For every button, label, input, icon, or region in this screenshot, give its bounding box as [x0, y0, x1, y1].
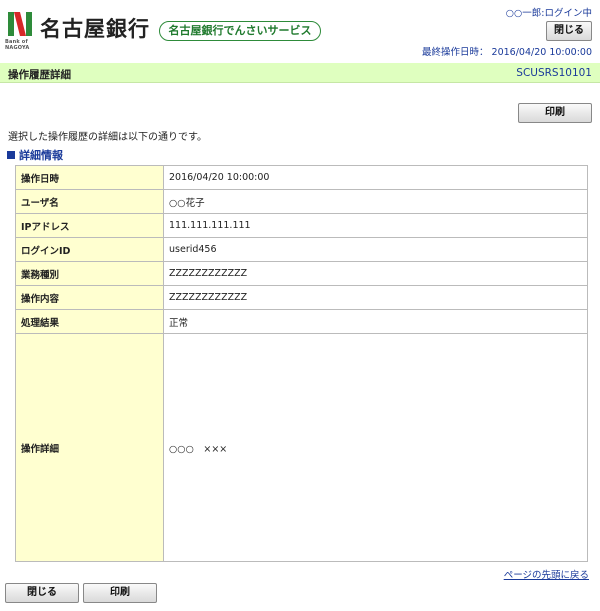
table-row: IPアドレス 111.111.111.111 [15, 213, 588, 238]
table-row: ログインID userid456 [15, 237, 588, 262]
page-description: 選択した操作履歴の詳細は以下の通りです。 [8, 132, 207, 143]
row-label: 業務種別 [15, 261, 164, 286]
row-value: ○○○ ××× [163, 333, 588, 562]
row-label: 操作日時 [15, 165, 164, 190]
service-name-badge: 名古屋銀行でんさいサービス [159, 21, 321, 41]
back-to-top-link[interactable]: ページの先頭に戻る [504, 567, 589, 581]
table-row: 業務種別 ZZZZZZZZZZZZ [15, 261, 588, 286]
row-label: 処理結果 [15, 309, 164, 334]
row-value: 111.111.111.111 [163, 213, 588, 238]
row-value: ZZZZZZZZZZZZ [163, 261, 588, 286]
row-value: ○○花子 [163, 189, 588, 214]
table-row: 操作日時 2016/04/20 10:00:00 [15, 165, 588, 190]
last-op-value: 2016/04/20 10:00:00 [491, 47, 592, 58]
last-operation-datetime: 最終操作日時： 2016/04/20 10:00:00 [419, 44, 592, 58]
detail-table: 操作日時 2016/04/20 10:00:00 ユーザ名 ○○花子 IPアドレ… [15, 165, 588, 562]
row-label: IPアドレス [15, 213, 164, 238]
close-button-top[interactable]: 閉じる [546, 21, 592, 41]
table-row: 処理結果 正常 [15, 309, 588, 334]
row-value: ZZZZZZZZZZZZ [163, 285, 588, 310]
page-header: Bank of NAGOYA 名古屋銀行 名古屋銀行でんさいサービス ○○一郎:… [0, 0, 600, 60]
row-label: 操作内容 [15, 285, 164, 310]
login-status: ○○一郎:ログイン中 [505, 8, 592, 19]
section-heading: 詳細情報 [7, 147, 63, 163]
page-title-bar: 操作履歴詳細 SCUSRS10101 [0, 63, 600, 83]
row-value: userid456 [163, 237, 588, 262]
row-value: 正常 [163, 309, 588, 334]
print-button-bottom[interactable]: 印刷 [83, 583, 157, 603]
table-row: ユーザ名 ○○花子 [15, 189, 588, 214]
screen-id: SCUSRS10101 [516, 67, 592, 79]
square-bullet-icon [7, 151, 15, 159]
logo-subtext: Bank of NAGOYA [5, 39, 30, 51]
last-op-label: 最終操作日時： [422, 47, 489, 58]
bank-logo-icon [8, 12, 32, 36]
row-label: ユーザ名 [15, 189, 164, 214]
bank-name: 名古屋銀行 [40, 17, 150, 41]
table-row: 操作詳細 ○○○ ××× [15, 333, 588, 562]
print-button-top[interactable]: 印刷 [518, 103, 592, 123]
section-heading-text: 詳細情報 [19, 149, 63, 162]
page-title: 操作履歴詳細 [8, 69, 71, 81]
table-row: 操作内容 ZZZZZZZZZZZZ [15, 285, 588, 310]
row-label: 操作詳細 [15, 333, 164, 562]
row-label: ログインID [15, 237, 164, 262]
row-value: 2016/04/20 10:00:00 [163, 165, 588, 190]
close-button-bottom[interactable]: 閉じる [5, 583, 79, 603]
